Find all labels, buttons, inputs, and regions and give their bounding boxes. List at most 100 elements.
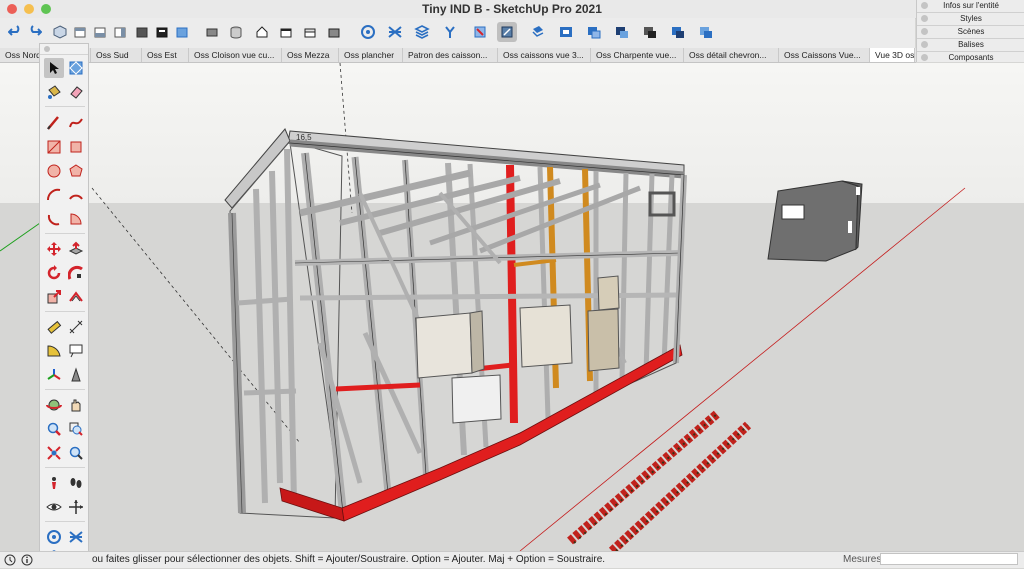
- tray-panel-scenes[interactable]: Scènes: [917, 26, 1024, 39]
- trim-icon[interactable]: [528, 22, 548, 42]
- undo-icon[interactable]: [5, 22, 25, 42]
- make-component-icon[interactable]: [66, 58, 86, 78]
- front-view-icon[interactable]: [90, 22, 110, 42]
- position-camera-icon[interactable]: [44, 473, 64, 493]
- pie-icon[interactable]: [66, 209, 86, 229]
- component-icon[interactable]: [696, 22, 716, 42]
- freehand-icon[interactable]: [66, 113, 86, 133]
- monochrome-icon[interactable]: [358, 22, 378, 42]
- push-pull-icon[interactable]: [66, 239, 86, 259]
- tool-separator: [45, 389, 85, 390]
- protractor-icon[interactable]: [44, 341, 64, 361]
- scene-tab-active[interactable]: Vue 3D os: [870, 48, 915, 62]
- scene-tab[interactable]: Oss Mezza: [282, 48, 339, 62]
- arc-icon[interactable]: [44, 185, 64, 205]
- 3d-text-icon[interactable]: [66, 365, 86, 385]
- outer-shell-icon[interactable]: [412, 22, 432, 42]
- wireframe-icon[interactable]: [252, 22, 272, 42]
- look-around-icon[interactable]: [44, 497, 64, 517]
- intersect-icon[interactable]: [440, 22, 460, 42]
- shaded-textures-icon[interactable]: [324, 22, 344, 42]
- redo-icon[interactable]: [25, 22, 45, 42]
- split-icon[interactable]: [556, 22, 576, 42]
- measurements-label: Mesures: [843, 554, 882, 565]
- model-view[interactable]: 16,5: [0, 63, 1024, 551]
- dimension-label: 16,5: [296, 133, 312, 142]
- move-icon[interactable]: [44, 239, 64, 259]
- measurements-input[interactable]: [880, 553, 1018, 565]
- axes-icon[interactable]: [44, 365, 64, 385]
- outliner-icon[interactable]: [66, 527, 86, 547]
- solid-tools-icon[interactable]: [385, 22, 405, 42]
- box-model[interactable]: [767, 180, 863, 262]
- scene-tab[interactable]: Oss Charpente vue...: [591, 48, 684, 62]
- panel-toggle-icon: [921, 54, 928, 61]
- section-display-icon[interactable]: [612, 22, 632, 42]
- union-icon[interactable]: [470, 22, 490, 42]
- orbit-icon[interactable]: [44, 395, 64, 415]
- back-edges-icon[interactable]: [226, 22, 246, 42]
- scene-tab[interactable]: Oss Sud: [91, 48, 142, 62]
- scene-tab[interactable]: Oss Caissons Vue...: [779, 48, 870, 62]
- pencil-icon[interactable]: [44, 113, 64, 133]
- arc-2pt-icon[interactable]: [66, 185, 86, 205]
- scene-tab[interactable]: Oss détail chevron...: [684, 48, 779, 62]
- scene-tab[interactable]: Oss Est: [142, 48, 189, 62]
- arc-3pt-icon[interactable]: [44, 209, 64, 229]
- rotated-rectangle-icon[interactable]: [66, 137, 86, 157]
- hidden-line-icon[interactable]: [276, 22, 296, 42]
- palette-handle[interactable]: [40, 44, 88, 55]
- left-view-icon[interactable]: [152, 22, 172, 42]
- top-view-icon[interactable]: [70, 22, 90, 42]
- tool-separator: [45, 521, 85, 522]
- circle-icon[interactable]: [44, 161, 64, 181]
- scene-tab[interactable]: Patron des caisson...: [403, 48, 498, 62]
- subtract-icon[interactable]: [497, 22, 517, 42]
- rectangle-icon[interactable]: [44, 137, 64, 157]
- section-plane-tool-icon[interactable]: [66, 497, 86, 517]
- xray-icon[interactable]: [202, 22, 222, 42]
- status-hint: ou faites glisser pour sélectionner des …: [92, 554, 606, 565]
- palette-close-icon[interactable]: [44, 46, 50, 52]
- offset-icon[interactable]: [66, 287, 86, 307]
- right-view-icon[interactable]: [110, 22, 130, 42]
- rotate-icon[interactable]: [44, 263, 64, 283]
- select-icon[interactable]: [44, 58, 64, 78]
- eraser-icon[interactable]: [66, 82, 86, 102]
- default-tray: Infos sur l'entité Styles Scènes Balises…: [916, 0, 1024, 65]
- dimensions-icon[interactable]: [66, 317, 86, 337]
- pan-icon[interactable]: [66, 395, 86, 415]
- iso-view-icon[interactable]: [50, 22, 70, 42]
- scene-tab[interactable]: Oss caissons vue 3...: [498, 48, 591, 62]
- tray-panel-entity-info[interactable]: Infos sur l'entité: [917, 0, 1024, 13]
- drawing-area[interactable]: 16,5: [0, 63, 1024, 551]
- title-bar: Tiny IND B - SketchUp Pro 2021: [0, 0, 1024, 19]
- zoom-icon[interactable]: [44, 419, 64, 439]
- shaded-icon[interactable]: [300, 22, 320, 42]
- walk-icon[interactable]: [66, 473, 86, 493]
- solid-tools-palette-icon[interactable]: [44, 527, 64, 547]
- scene-tab[interactable]: Oss plancher: [339, 48, 403, 62]
- window-title: Tiny IND B - SketchUp Pro 2021: [422, 2, 602, 16]
- previous-view-icon[interactable]: [66, 443, 86, 463]
- scale-icon[interactable]: [44, 287, 64, 307]
- section-plane-icon[interactable]: [584, 22, 604, 42]
- section-fill-icon[interactable]: [668, 22, 688, 42]
- polygon-icon[interactable]: [66, 161, 86, 181]
- tape-measure-icon[interactable]: [44, 317, 64, 337]
- text-icon[interactable]: [66, 341, 86, 361]
- follow-me-icon[interactable]: [66, 263, 86, 283]
- main-toolbar: [0, 18, 915, 48]
- zoom-extents-icon[interactable]: [44, 443, 64, 463]
- zoom-window-icon[interactable]: [66, 419, 86, 439]
- tray-panel-tags[interactable]: Balises: [917, 39, 1024, 52]
- scene-tab[interactable]: Oss Cloison vue cu...: [189, 48, 282, 62]
- tool-separator: [45, 233, 85, 234]
- tray-panel-styles[interactable]: Styles: [917, 13, 1024, 26]
- scene-tabs: Oss Nord Oss Sud Oss Est Oss Cloison vue…: [0, 48, 916, 63]
- section-cut-icon[interactable]: [640, 22, 660, 42]
- bottom-view-icon[interactable]: [172, 22, 192, 42]
- paint-bucket-icon[interactable]: [44, 82, 64, 102]
- back-view-icon[interactable]: [132, 22, 152, 42]
- tool-palette: [39, 43, 89, 567]
